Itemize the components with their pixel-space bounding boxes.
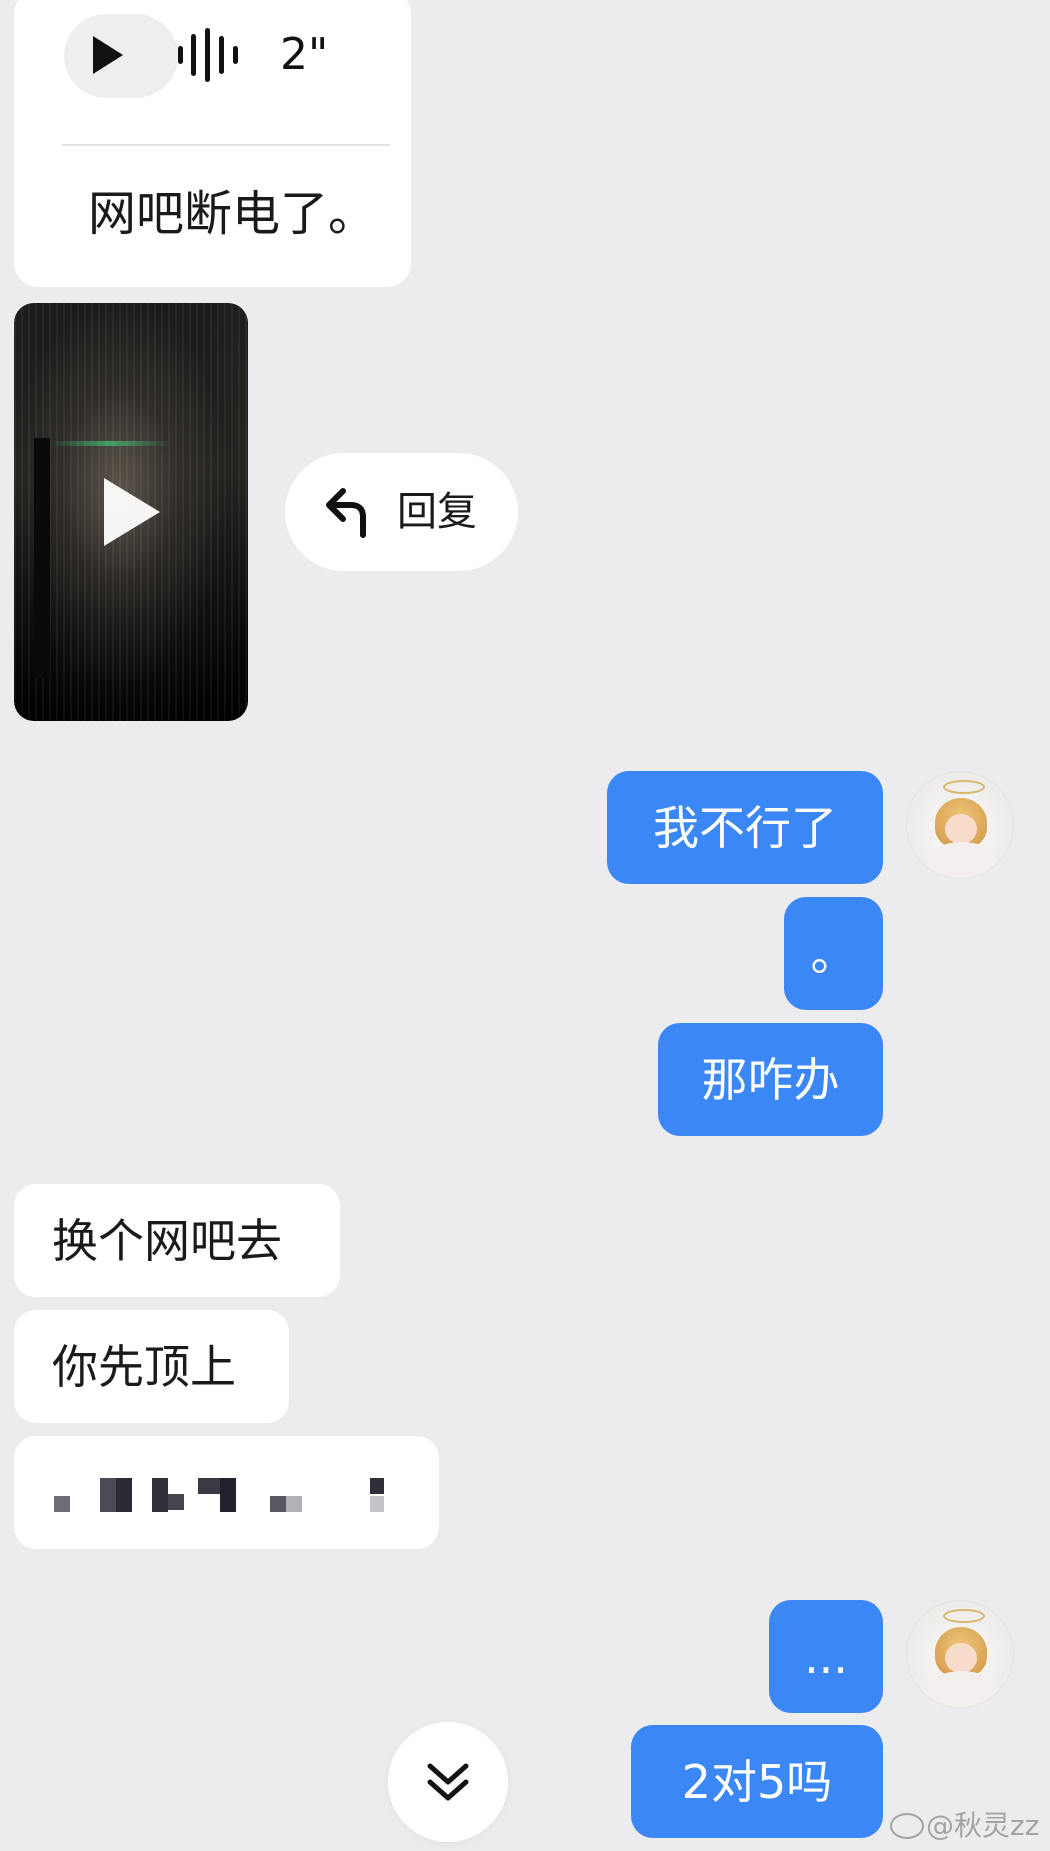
mosaic-pixel <box>270 1496 286 1512</box>
reply-button[interactable]: 回复 <box>285 453 518 571</box>
mosaic-pixel <box>116 1478 132 1512</box>
video-frame-light <box>50 441 170 446</box>
halo <box>943 780 985 794</box>
weibo-icon <box>890 1813 924 1839</box>
avatar[interactable] <box>906 771 1014 879</box>
mosaic-pixel <box>220 1478 236 1512</box>
mosaic-pixel <box>370 1478 384 1494</box>
double-chevron-down-icon <box>427 1763 469 1801</box>
avatar-dress <box>927 842 997 878</box>
scroll-to-bottom-button[interactable] <box>388 1722 508 1842</box>
voice-play-button[interactable] <box>64 14 178 98</box>
avatar-face <box>945 814 977 844</box>
mosaic-pixel <box>100 1478 116 1512</box>
received-message-pixelated[interactable] <box>14 1436 439 1549</box>
voice-transcript: 网吧断电了。 <box>88 186 377 242</box>
received-message[interactable]: 换个网吧去 <box>14 1184 340 1297</box>
mosaic-pixel <box>54 1496 70 1512</box>
watermark: @秋灵zz <box>890 1808 1039 1844</box>
voice-duration: 2" <box>280 29 329 80</box>
mosaic-pixel <box>370 1496 384 1512</box>
divider <box>62 144 390 146</box>
mosaic-pixel <box>152 1478 168 1512</box>
sent-message[interactable]: 那咋办 <box>658 1023 883 1136</box>
halo <box>943 1609 985 1623</box>
avatar[interactable] <box>906 1600 1014 1708</box>
mosaic-pixel <box>286 1496 302 1512</box>
video-frame-shadow <box>34 438 50 678</box>
mosaic-pixel <box>198 1478 222 1494</box>
sent-message[interactable]: ... <box>769 1600 883 1713</box>
sent-message[interactable]: 。 <box>784 897 883 1010</box>
watermark-text: @秋灵zz <box>926 1809 1040 1842</box>
reply-label: 回复 <box>397 489 477 535</box>
play-icon <box>93 36 123 74</box>
waveform-icon <box>178 28 238 82</box>
avatar-dress <box>927 1671 997 1707</box>
sent-message[interactable]: 我不行了 <box>607 771 883 884</box>
received-message[interactable]: 你先顶上 <box>14 1310 289 1423</box>
avatar-face <box>945 1643 977 1673</box>
reply-arrow-icon <box>326 488 366 538</box>
mosaic-pixel <box>168 1494 184 1510</box>
play-icon <box>104 478 160 546</box>
voice-message-bubble[interactable]: 2" 网吧断电了。 <box>14 0 411 287</box>
video-message[interactable] <box>14 303 248 721</box>
sent-message[interactable]: 2对5吗 <box>631 1725 883 1838</box>
